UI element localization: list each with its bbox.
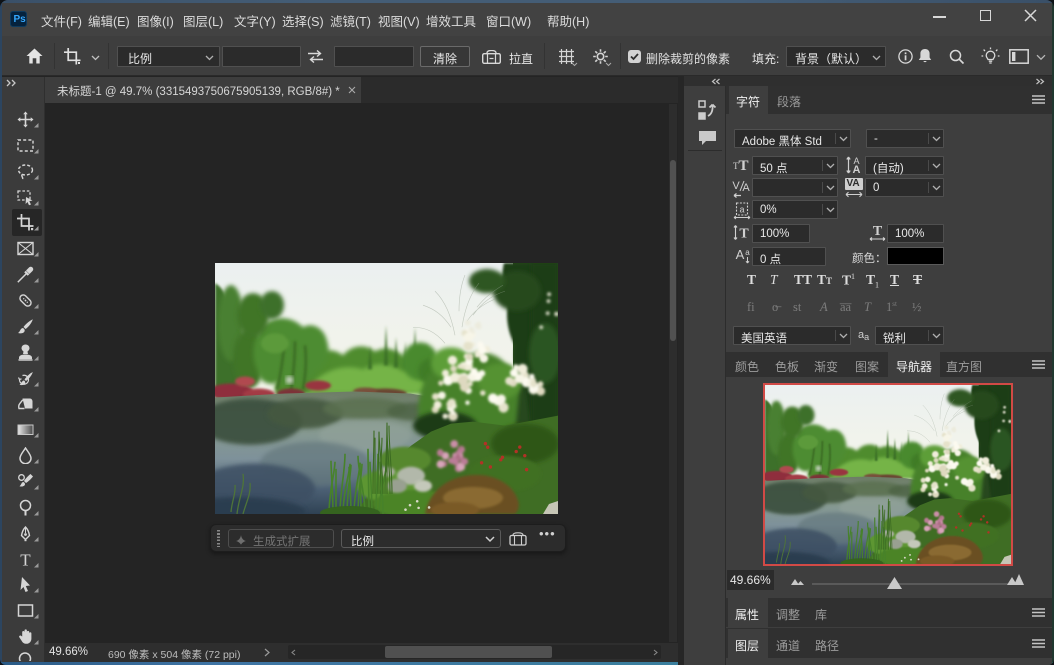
svg-text:A: A [742, 182, 750, 194]
svg-text:T: T [20, 551, 31, 568]
svg-text:T: T [739, 227, 749, 242]
svg-text:A: A [736, 247, 745, 262]
svg-text:T: T [873, 224, 883, 239]
svg-text:V: V [732, 180, 740, 192]
svg-text:a: a [745, 248, 750, 257]
svg-text:A: A [853, 164, 861, 175]
svg-text:a: a [739, 205, 744, 215]
